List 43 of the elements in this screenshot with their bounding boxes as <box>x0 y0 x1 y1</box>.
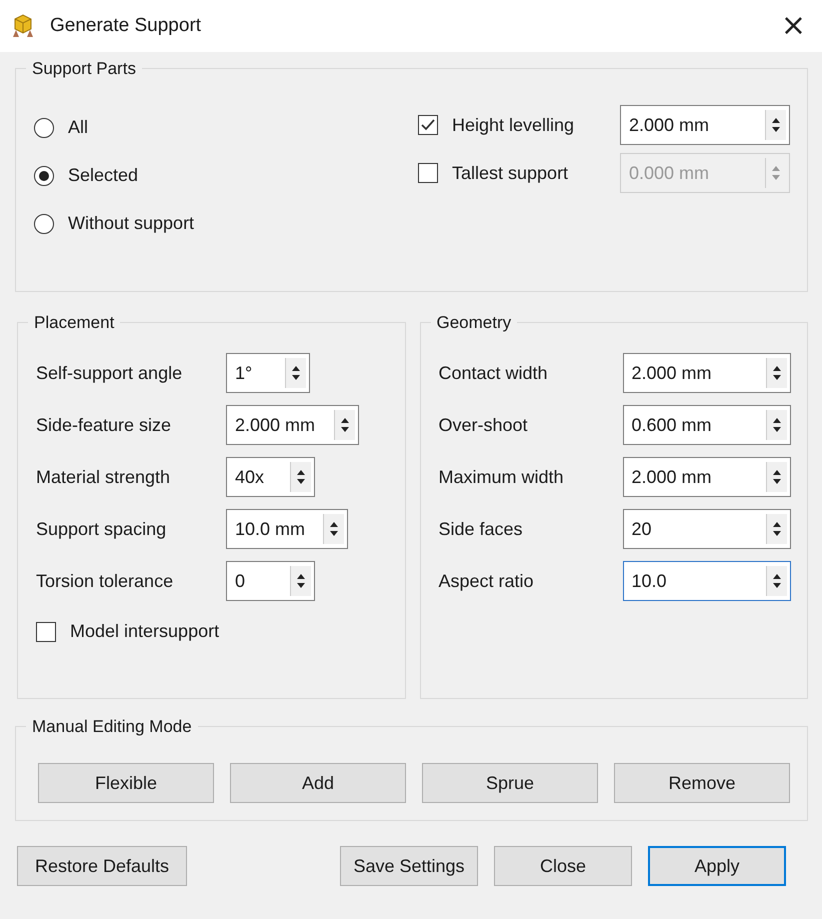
field-label: Torsion tolerance <box>36 570 174 592</box>
spin-box[interactable]: 2.000 mm <box>226 405 359 445</box>
mode-button[interactable]: Remove <box>614 763 790 803</box>
spin-box[interactable]: 1° <box>226 353 310 393</box>
close-button[interactable]: × <box>774 11 812 41</box>
spin-box[interactable]: 40x <box>226 457 315 497</box>
spin-box[interactable]: 2.000 mm <box>622 457 790 497</box>
mode-button[interactable]: Flexible <box>38 763 214 803</box>
field-label: Maximum width <box>438 466 565 488</box>
mode-button[interactable]: Sprue <box>422 763 598 803</box>
field-label: Material strength <box>36 466 172 488</box>
field-label: Self-support angle <box>36 362 184 384</box>
field-label: Over-shoot <box>438 414 529 436</box>
footer-button[interactable]: Close <box>494 846 632 886</box>
checkbox[interactable] <box>418 115 438 135</box>
radio-label: Selected <box>68 165 138 186</box>
radio-button[interactable] <box>34 166 54 186</box>
checkbox[interactable] <box>36 622 56 642</box>
radio-button[interactable] <box>34 214 54 234</box>
spin-box[interactable]: 2.000 mm <box>620 105 790 145</box>
footer-button[interactable]: Restore Defaults <box>17 846 187 886</box>
spin-box[interactable]: 10.0 <box>622 561 790 601</box>
radio-label: All <box>68 117 88 138</box>
radio-label: Without support <box>68 213 194 234</box>
checkbox-label: Tallest support <box>452 162 570 184</box>
radio-button[interactable] <box>34 118 54 138</box>
field-label: Side-feature size <box>36 414 172 436</box>
mode-button[interactable]: Add <box>230 763 406 803</box>
spin-box[interactable]: 0.600 mm <box>622 405 790 445</box>
footer-button[interactable]: Apply <box>648 846 786 886</box>
window-title: Generate Support <box>50 15 202 37</box>
field-label: Aspect ratio <box>438 570 535 592</box>
field-label: Support spacing <box>36 518 168 540</box>
checkbox-label: Model intersupport <box>70 621 220 642</box>
checkbox-label: Height levelling <box>452 114 576 136</box>
spin-box[interactable]: 2.000 mm <box>622 353 790 393</box>
field-label: Side faces <box>438 518 524 540</box>
spin-box[interactable]: 20 <box>622 509 790 549</box>
footer-button[interactable]: Save Settings <box>340 846 478 886</box>
box-icon <box>10 13 36 39</box>
spin-box[interactable]: 0 <box>226 561 315 601</box>
field-label: Contact width <box>438 362 549 384</box>
spin-box[interactable]: 10.0 mm <box>226 509 348 549</box>
